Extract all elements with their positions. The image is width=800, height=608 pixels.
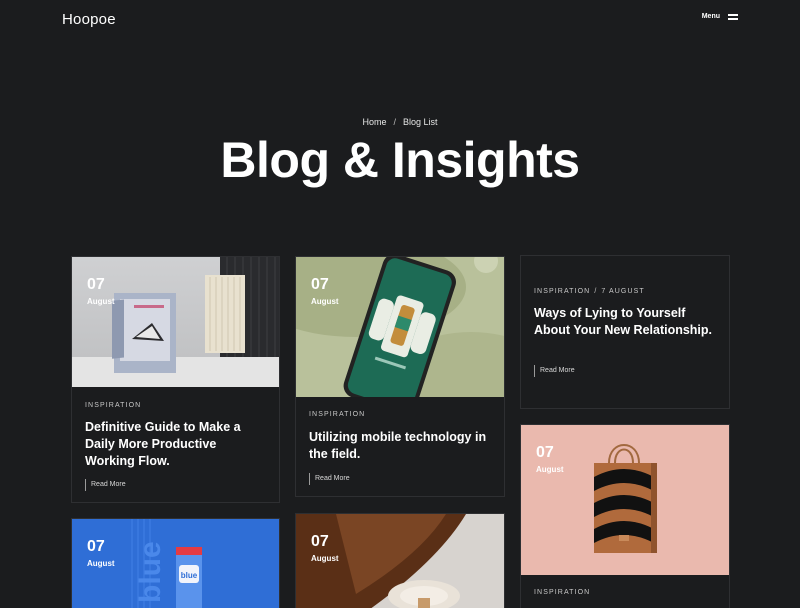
- post-image[interactable]: 07 August: [72, 257, 279, 387]
- post-date: 07 August: [311, 533, 339, 563]
- breadcrumb-home-link[interactable]: Home: [362, 117, 386, 127]
- post-date: 07 August: [536, 444, 564, 474]
- post-month: August: [87, 297, 115, 306]
- menu-label: Menu: [701, 13, 720, 20]
- read-more-link[interactable]: Read More: [534, 365, 575, 377]
- post-date: 07 August: [87, 276, 115, 306]
- page-title: Blog & Insights: [220, 132, 580, 188]
- breadcrumb-current: Blog List: [403, 117, 438, 127]
- meta-separator: /: [594, 288, 598, 295]
- hamburger-icon: [728, 13, 738, 20]
- blog-card[interactable]: 07 August INSPIRATION Utilizing mobile t…: [295, 256, 505, 497]
- svg-text:blue: blue: [181, 571, 198, 580]
- read-more-link[interactable]: Read More: [85, 479, 126, 491]
- post-image[interactable]: 07 August: [296, 257, 504, 397]
- blog-card[interactable]: 07 August INSPIRATION: [520, 424, 730, 608]
- post-title[interactable]: Ways of Lying to Yourself About Your New…: [534, 305, 719, 339]
- post-month: August: [536, 465, 564, 474]
- post-month: August: [87, 559, 115, 568]
- read-more-link[interactable]: Read More: [309, 473, 350, 485]
- breadcrumb: Home / Blog List: [0, 117, 800, 127]
- post-date: 07 August: [311, 276, 339, 306]
- post-day: 07: [536, 444, 554, 461]
- post-day: 07: [311, 533, 329, 550]
- post-day: 07: [87, 276, 105, 293]
- post-category[interactable]: INSPIRATION: [309, 411, 365, 418]
- post-day: 07: [87, 538, 105, 555]
- post-category[interactable]: INSPIRATION: [534, 589, 590, 596]
- site-logo[interactable]: Hoopoe: [62, 11, 116, 28]
- post-month: August: [311, 554, 339, 563]
- post-category[interactable]: INSPIRATION: [85, 402, 141, 409]
- blog-card[interactable]: blue blue 07 August: [71, 518, 280, 608]
- post-day: 07: [311, 276, 329, 293]
- breadcrumb-separator: /: [393, 117, 396, 127]
- menu-button[interactable]: Menu: [702, 13, 738, 20]
- post-month: August: [311, 297, 339, 306]
- post-category[interactable]: INSPIRATION: [534, 288, 590, 295]
- blog-card[interactable]: 07 August INSPIRATION Definitive Guide t…: [71, 256, 280, 503]
- post-date: 07 August: [87, 538, 115, 568]
- blog-card[interactable]: 07 August: [295, 513, 505, 608]
- post-date: 7 AUGUST: [601, 288, 645, 295]
- post-image[interactable]: 07 August: [521, 425, 729, 575]
- post-image[interactable]: 07 August: [296, 514, 504, 608]
- svg-text:blue: blue: [134, 541, 167, 603]
- post-meta: INSPIRATION /7 AUGUST: [534, 288, 645, 295]
- post-title[interactable]: Definitive Guide to Make a Daily More Pr…: [85, 419, 265, 470]
- blog-card[interactable]: INSPIRATION /7 AUGUST Ways of Lying to Yo…: [520, 255, 730, 409]
- post-title[interactable]: Utilizing mobile technology in the field…: [309, 429, 489, 463]
- site-header: Hoopoe Menu: [0, 0, 800, 40]
- post-image[interactable]: blue blue 07 August: [72, 519, 279, 608]
